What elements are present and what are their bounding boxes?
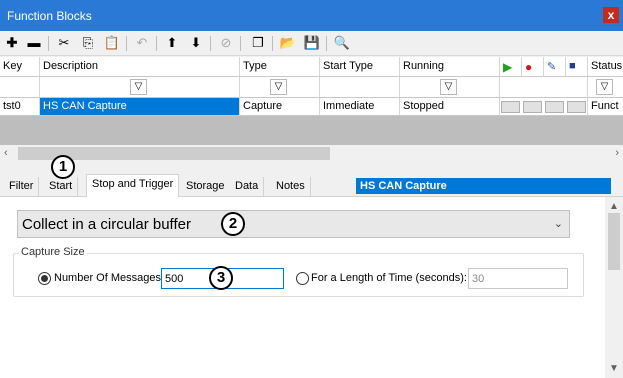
filter-icon[interactable]: ▽: [596, 79, 613, 95]
function-blocks-grid: Key Description Type Start Type Running …: [0, 57, 623, 145]
filter-cell-description[interactable]: ▽: [40, 77, 240, 98]
table-row-start-type[interactable]: Immediate: [320, 98, 400, 116]
row-record-button[interactable]: [523, 101, 542, 113]
toolbar-separator: [326, 36, 327, 51]
capture-size-label: Capture Size: [19, 246, 87, 258]
copy-icon[interactable]: ⎘: [78, 34, 98, 52]
add-icon[interactable]: ✚: [2, 34, 22, 52]
table-row-running[interactable]: Stopped: [400, 98, 500, 116]
filter-cell-running[interactable]: ▽: [400, 77, 500, 98]
scroll-thumb[interactable]: [608, 213, 620, 270]
toolbar: ✚ ▬ ✂ ⎘ 📋 ↶ ⬆ ⬇ ⊘ ❐ 📂 💾 🔍: [0, 31, 623, 56]
save-column-header[interactable]: ■: [566, 57, 588, 77]
tab-notes[interactable]: Notes: [271, 177, 311, 196]
disable-icon[interactable]: ⊘: [216, 34, 236, 52]
scroll-down-icon[interactable]: ▼: [609, 363, 619, 374]
row-play-button[interactable]: [501, 101, 520, 113]
cascade-icon[interactable]: ❐: [248, 34, 268, 52]
column-header-start-type[interactable]: Start Type: [320, 57, 400, 77]
save-icon[interactable]: ■: [569, 60, 576, 72]
record-icon[interactable]: ●: [525, 60, 532, 74]
filter-cell-start-type[interactable]: [320, 77, 400, 98]
edit-column-header[interactable]: ✎: [544, 57, 566, 77]
time-radio[interactable]: [296, 272, 309, 285]
vertical-scrollbar[interactable]: ▲ ▼: [605, 197, 623, 378]
filter-cell-type[interactable]: ▽: [240, 77, 320, 98]
column-header-key[interactable]: Key: [0, 57, 40, 77]
callout-badge: 1: [51, 155, 75, 179]
scroll-up-icon[interactable]: ▲: [609, 201, 619, 212]
tab-data[interactable]: Data: [230, 177, 265, 196]
play-icon[interactable]: ▶: [503, 60, 512, 74]
table-row-type[interactable]: Capture: [240, 98, 320, 116]
callout-badge: 3: [209, 266, 233, 290]
filter-cell-actions: [500, 77, 588, 98]
scroll-right-icon[interactable]: ›: [615, 147, 619, 159]
messages-radio[interactable]: [38, 272, 51, 285]
callout-badge: 2: [221, 212, 245, 236]
zoom-icon[interactable]: 🔍: [332, 34, 352, 52]
undo-icon[interactable]: ↶: [132, 34, 152, 52]
filter-cell-status[interactable]: ▽: [588, 77, 623, 98]
title-bar: Function Blocks x: [0, 0, 623, 31]
table-row-description[interactable]: HS CAN Capture: [40, 98, 240, 116]
open-icon[interactable]: 📂: [278, 34, 298, 52]
function-block-title: HS CAN Capture: [356, 178, 611, 194]
record-column-header[interactable]: ●: [522, 57, 544, 77]
remove-icon[interactable]: ▬: [24, 34, 44, 52]
time-input[interactable]: [468, 268, 568, 289]
toolbar-separator: [126, 36, 127, 51]
toolbar-separator: [210, 36, 211, 51]
row-edit-button[interactable]: [545, 101, 564, 113]
cut-icon[interactable]: ✂: [54, 34, 74, 52]
time-label[interactable]: For a Length of Time (seconds):: [311, 272, 467, 284]
edit-icon[interactable]: ✎: [547, 61, 556, 73]
column-header-description[interactable]: Description: [40, 57, 240, 77]
tab-storage[interactable]: Storage: [181, 177, 231, 196]
collect-mode-value: Collect in a circular buffer: [22, 216, 191, 233]
filter-icon[interactable]: ▽: [440, 79, 457, 95]
chevron-down-icon[interactable]: ⌄: [554, 217, 563, 230]
grid-empty-area: [0, 116, 623, 145]
messages-label[interactable]: Number Of Messages:: [54, 272, 164, 284]
play-column-header[interactable]: ▶: [500, 57, 522, 77]
toolbar-separator: [48, 36, 49, 51]
row-save-button[interactable]: [567, 101, 586, 113]
collect-mode-dropdown[interactable]: Collect in a circular buffer ⌄: [17, 210, 570, 238]
window-title: Function Blocks: [7, 9, 92, 23]
column-header-running[interactable]: Running: [400, 57, 500, 77]
move-up-icon[interactable]: ⬆: [162, 34, 182, 52]
tab-stop-and-trigger[interactable]: Stop and Trigger: [86, 174, 180, 197]
horizontal-scrollbar[interactable]: ‹ ›: [0, 145, 623, 162]
toolbar-separator: [156, 36, 157, 51]
paste-icon[interactable]: 📋: [102, 34, 122, 52]
scroll-left-icon[interactable]: ‹: [4, 147, 8, 159]
save-icon[interactable]: 💾: [302, 34, 322, 52]
tab-filter[interactable]: Filter: [4, 177, 40, 196]
table-row-status[interactable]: Funct: [588, 98, 623, 116]
column-header-status[interactable]: Status: [588, 57, 623, 77]
move-down-icon[interactable]: ⬇: [186, 34, 206, 52]
table-row-key[interactable]: tst0: [0, 98, 40, 116]
close-button[interactable]: x: [603, 7, 619, 23]
column-header-type[interactable]: Type: [240, 57, 320, 77]
tab-start[interactable]: Start: [44, 177, 79, 196]
filter-cell-key[interactable]: [0, 77, 40, 98]
toolbar-separator: [272, 36, 273, 51]
filter-icon[interactable]: ▽: [270, 79, 287, 95]
toolbar-separator: [240, 36, 241, 51]
filter-icon[interactable]: ▽: [130, 79, 147, 95]
